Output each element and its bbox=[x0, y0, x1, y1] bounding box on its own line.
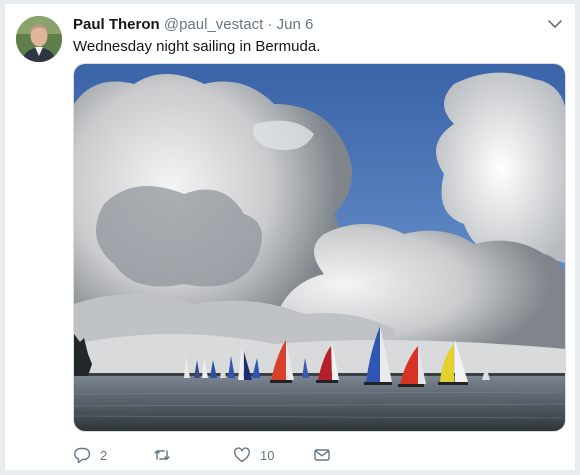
chevron-down-icon[interactable] bbox=[547, 16, 563, 32]
separator: · bbox=[267, 16, 273, 33]
tweet-date[interactable]: Jun 6 bbox=[277, 16, 314, 33]
message-icon bbox=[314, 449, 330, 461]
reply-icon bbox=[74, 447, 91, 464]
like-button[interactable]: 10 bbox=[233, 446, 313, 464]
retweet-button[interactable] bbox=[153, 446, 233, 464]
reply-button[interactable]: 2 bbox=[73, 446, 153, 464]
reply-count: 2 bbox=[100, 447, 108, 463]
avatar[interactable] bbox=[16, 16, 62, 62]
like-count: 10 bbox=[260, 447, 275, 463]
author-name[interactable]: Paul Theron bbox=[73, 16, 160, 33]
direct-message-button[interactable] bbox=[313, 446, 393, 464]
like-icon bbox=[234, 447, 250, 463]
tweet-header: Paul Theron @paul_vestact · Jun 6 bbox=[73, 15, 535, 35]
tweet-text: Wednesday night sailing in Bermuda. bbox=[73, 38, 321, 55]
action-bar: 2 10 bbox=[73, 444, 513, 466]
tweet-card[interactable]: Paul Theron @paul_vestact · Jun 6 Wednes… bbox=[4, 3, 576, 471]
retweet-icon bbox=[154, 450, 170, 460]
author-handle[interactable]: @paul_vestact bbox=[164, 16, 263, 33]
tweet-photo[interactable] bbox=[73, 63, 566, 432]
